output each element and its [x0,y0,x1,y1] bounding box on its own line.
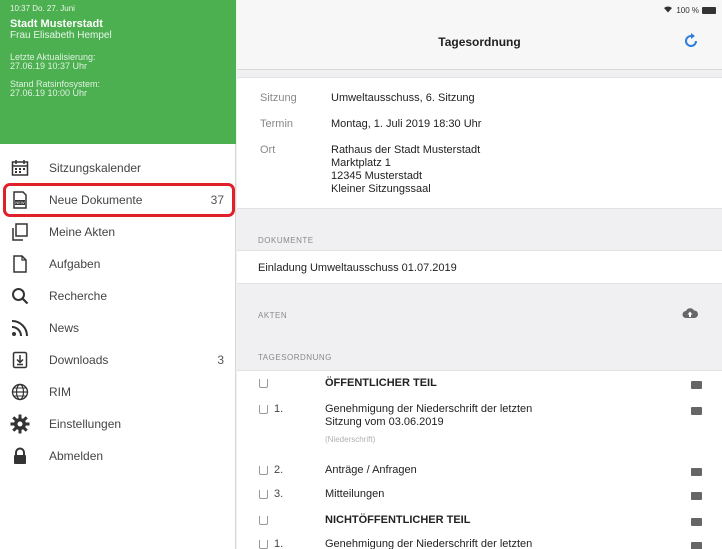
folder-icon [691,542,702,549]
gear-icon [10,414,30,434]
globe-icon [10,382,30,402]
page-title: Tagesordnung [438,35,521,49]
sidebar-header: 10:37 Do. 27. Juni Stadt Musterstadt Fra… [0,0,236,144]
agenda-row-text: ÖFFENTLICHER TEIL [325,377,437,389]
navigation-bar: 100 % Tagesordnung [237,0,722,70]
agenda-row-subtext: (Niederschrift) [325,435,376,444]
termin-value: Montag, 1. Juli 2019 18:30 Uhr [331,118,482,130]
checkbox-icon[interactable] [259,466,268,475]
sidebar-item-label: Einstellungen [49,417,122,431]
sidebar-item-label: Recherche [49,289,108,303]
agenda-row[interactable]: NICHTÖFFENTLICHER TEIL [237,514,722,534]
agenda-list: ÖFFENTLICHER TEIL 1. Genehmigung der Nie… [237,370,722,549]
sidebar-item-meine-akten[interactable]: Meine Akten [0,216,236,248]
agenda-row[interactable]: 2. Anträge / Anfragen [237,464,722,484]
ort-line-1: Rathaus der Stadt Musterstadt [331,144,481,156]
document-title: Einladung Umweltausschuss 01.07.2019 [258,262,457,274]
last-update-value: 27.06.19 10:37 Uhr [10,61,88,71]
organization-name: Stadt Musterstadt [10,18,103,30]
agenda-row[interactable]: 3. Mitteilungen [237,488,722,508]
agenda-row-text: Genehmigung der Niederschrift der letzte… [325,538,533,549]
user-name: Frau Elisabeth Hempel [10,30,112,41]
document-row[interactable]: Einladung Umweltausschuss 01.07.2019 [237,250,722,284]
agenda-row-text: Genehmigung der Niederschrift der letzte… [325,403,533,415]
calendar-icon [10,158,30,178]
main-panel: 100 % Tagesordnung Sitzung Umweltausschu… [237,0,722,549]
system-status-value: 27.06.19 10:00 Uhr [10,88,88,98]
agenda-row[interactable]: 1. Genehmigung der Niederschrift der let… [237,538,722,549]
checkbox-icon[interactable] [259,405,268,414]
sitzung-value: Umweltausschuss, 6. Sitzung [331,92,475,104]
ort-label: Ort [260,144,276,156]
agenda-row[interactable]: ÖFFENTLICHER TEIL [237,377,722,397]
agenda-row-number: 2. [274,464,284,476]
sidebar-item-label: RIM [49,385,71,399]
files-icon [10,222,30,242]
folder-icon [691,518,702,526]
refresh-icon[interactable] [682,32,700,50]
ort-line-2: Marktplatz 1 [331,157,391,169]
agenda-section-label: TAGESORDNUNG [258,353,332,362]
ort-line-3: 12345 Musterstadt [331,170,423,182]
checkbox-icon[interactable] [259,490,268,499]
checkbox-icon[interactable] [259,379,268,388]
status-bar-time: 10:37 Do. 27. Juni [10,4,75,13]
rss-icon [10,318,30,338]
sidebar-item-label: Aufgaben [49,257,101,271]
meeting-details: Sitzung Umweltausschuss, 6. Sitzung Term… [237,77,722,209]
sidebar-item-sitzungskalender[interactable]: Sitzungskalender [0,152,236,184]
agenda-row-text: Mitteilungen [325,488,385,500]
sidebar-item-abmelden[interactable]: Abmelden [0,440,236,472]
folder-icon [691,468,702,476]
agenda-row-number: 3. [274,488,284,500]
agenda-row-number: 1. [274,538,284,549]
battery-icon [702,6,716,14]
sidebar: 10:37 Do. 27. Juni Stadt Musterstadt Fra… [0,0,236,549]
sidebar-item-news[interactable]: News [0,312,236,344]
battery-status: 100 % [663,5,716,15]
sidebar-item-downloads[interactable]: Downloads 3 [0,344,236,376]
sidebar-item-label: News [49,321,80,335]
agenda-row[interactable]: 1. Genehmigung der Niederschrift der let… [237,403,722,455]
sidebar-item-label: Abmelden [49,449,104,463]
task-document-icon [10,254,30,274]
ort-line-4: Kleiner Sitzungssaal [331,183,431,195]
highlight-box [3,183,235,217]
sidebar-item-count: 3 [217,353,224,367]
sidebar-item-aufgaben[interactable]: Aufgaben [0,248,236,280]
folder-icon [691,407,702,415]
sidebar-item-rim[interactable]: RIM [0,376,236,408]
folder-icon [691,492,702,500]
sidebar-item-label: Downloads [49,353,109,367]
sidebar-item-label: Sitzungskalender [49,161,142,175]
battery-percent: 100 % [676,5,699,15]
agenda-row-text: Anträge / Anfragen [325,464,417,476]
download-icon [10,350,30,370]
cloud-upload-icon[interactable] [682,306,699,320]
documents-section-label: DOKUMENTE [258,236,314,245]
agenda-row-text: NICHTÖFFENTLICHER TEIL [325,514,471,526]
checkbox-icon[interactable] [259,516,268,525]
sitzung-label: Sitzung [260,92,297,104]
wifi-icon [663,5,673,15]
sidebar-item-label: Meine Akten [49,225,116,239]
checkbox-icon[interactable] [259,540,268,549]
sidebar-item-recherche[interactable]: Recherche [0,280,236,312]
agenda-row-text-continued: Sitzung vom 03.06.2019 [325,416,444,428]
folder-icon [691,381,702,389]
akten-section-label: AKTEN [258,311,288,320]
agenda-row-number: 1. [274,403,284,415]
lock-icon [10,446,30,466]
search-icon [10,286,30,306]
sidebar-item-einstellungen[interactable]: Einstellungen [0,408,236,440]
termin-label: Termin [260,118,294,130]
